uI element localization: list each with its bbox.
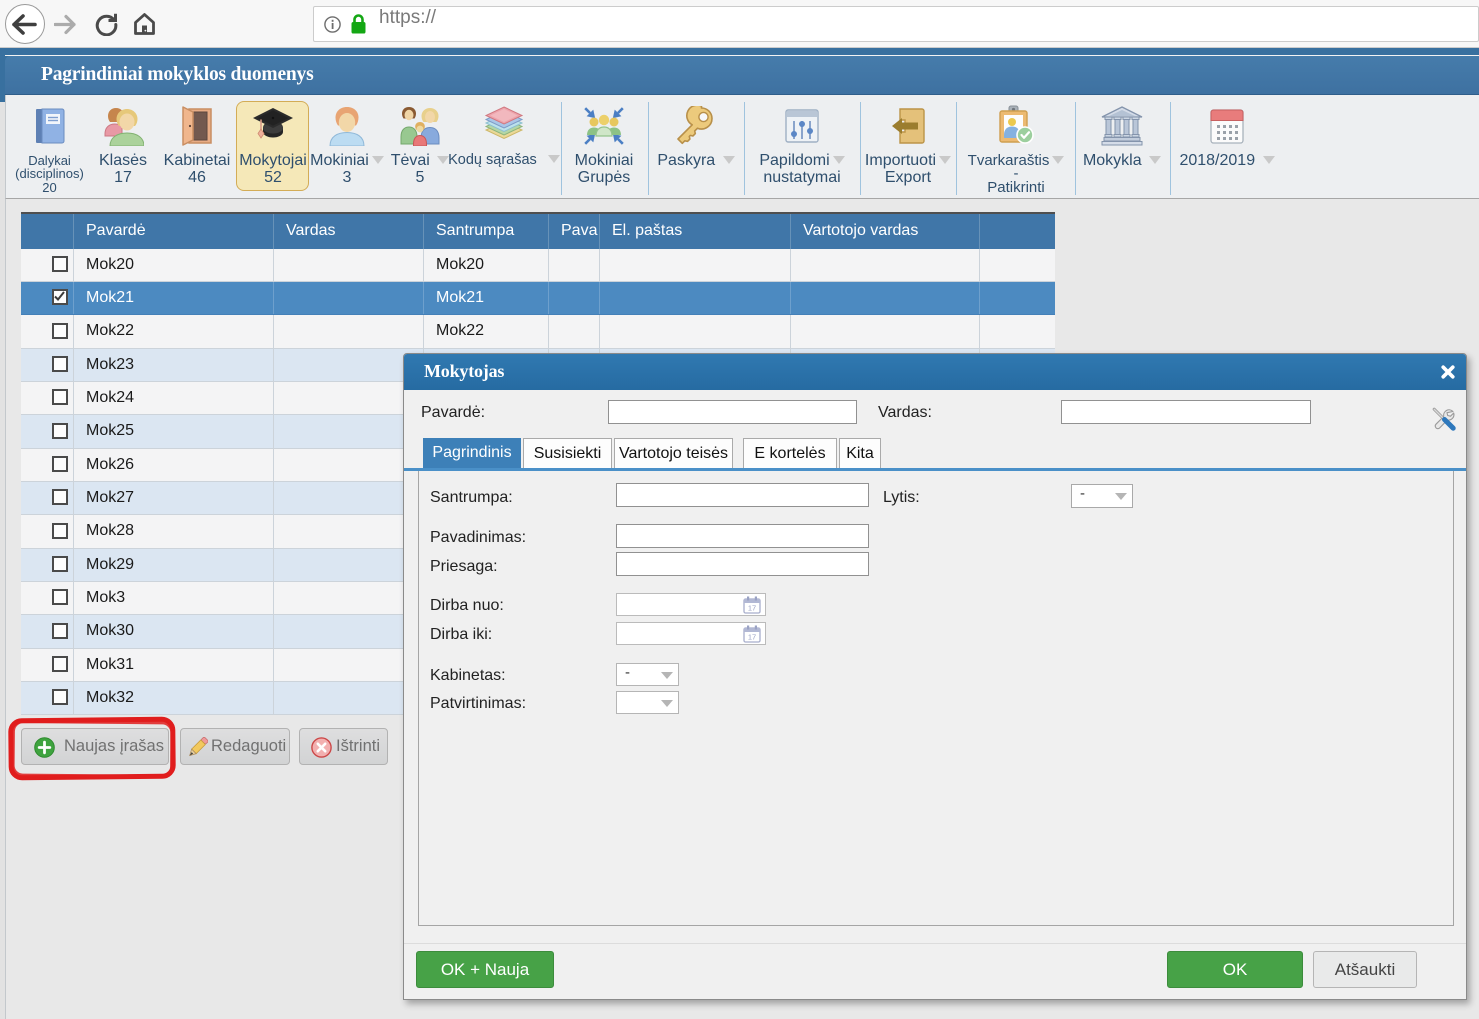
svg-text:17: 17 bbox=[748, 604, 756, 613]
svg-text:17: 17 bbox=[748, 633, 756, 642]
